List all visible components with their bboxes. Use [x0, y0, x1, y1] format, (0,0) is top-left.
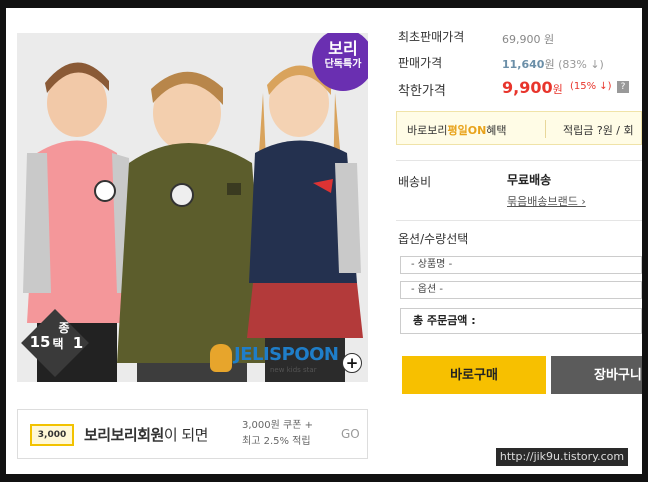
shipping-value: 무료배송	[507, 173, 552, 187]
watermark: http://jik9u.tistory.com	[496, 448, 628, 466]
sale-price-value: 11,640	[502, 58, 545, 71]
product-select[interactable]: - 상품명 -	[400, 256, 642, 274]
product-info: 최초판매가격 69,900 원 판매가격 11,640원 (83% ↓) 착한가…	[396, 8, 642, 474]
lowest-price-value: 69,900 원	[502, 33, 555, 46]
go-link[interactable]: GO	[341, 427, 360, 441]
sale-price: 11,640원 (83% ↓)	[502, 56, 604, 72]
total-amount: 총 주문금액 :	[400, 308, 642, 334]
promo-divider	[545, 120, 546, 138]
shipping-label: 배송비	[398, 175, 432, 189]
promo-prefix: 바로보리	[407, 124, 448, 137]
badge-top-line1: 보리	[328, 39, 358, 58]
benefit-line1: 3,000원 쿠폰 +	[242, 420, 313, 431]
promo-suffix: 혜택	[486, 124, 507, 137]
promo-text: 바로보리평일ON혜택	[407, 122, 507, 138]
divider	[396, 160, 642, 161]
promo-points: 적립금 ?원 / 회	[563, 124, 634, 137]
buy-now-button[interactable]: 바로구매	[402, 356, 546, 394]
member-benefit-banner[interactable]: 3,000 보리보리회원이 되면 3,000원 쿠폰 + 최고 2.5% 적립 …	[17, 409, 368, 459]
final-discount: (15% ↓)	[570, 81, 612, 92]
sale-price-unit: 원	[544, 58, 555, 71]
choose-one-badge: 종 15 택 1	[21, 309, 91, 377]
benefit-line2: 최고 2.5% 적립	[242, 436, 311, 447]
final-price-label: 착한가격	[398, 84, 446, 99]
member-banner-label: 보리보리회원이 되면	[84, 424, 208, 445]
promo-highlight: 평일ON	[447, 124, 487, 137]
lowest-price-label: 최초판매가격	[398, 30, 465, 44]
brand-tagline: new kids star	[270, 366, 317, 374]
final-price-value: 9,900	[502, 78, 553, 97]
sale-discount: (83% ↓)	[558, 58, 604, 71]
bundle-shipping-link[interactable]: 묶음배송브랜드 ›	[507, 193, 586, 209]
help-icon[interactable]: ?	[617, 81, 629, 93]
add-to-cart-button[interactable]: 장바구니	[551, 356, 642, 394]
member-benefit-desc: 3,000원 쿠폰 + 최고 2.5% 적립	[242, 418, 313, 450]
badge-one: 1	[72, 334, 84, 352]
options-label: 옵션/수량선택	[398, 232, 469, 246]
zoom-icon[interactable]: +	[342, 353, 362, 373]
total-label: 총 주문금액 :	[413, 314, 476, 327]
weekday-promo-bar: 바로보리평일ON혜택 적립금 ?원 / 회	[396, 111, 642, 145]
coupon-icon: 3,000	[30, 424, 74, 446]
member-name: 보리보리회원	[84, 426, 164, 444]
member-label-rest: 이 되면	[163, 426, 209, 444]
product-image[interactable]: 보리 단독특가 종 15 택 1 JELISPOON new kids star…	[17, 33, 368, 382]
bear-icon	[210, 344, 232, 372]
badge-top-line2: 단독특가	[324, 59, 362, 70]
brand-name: JELISPOON	[234, 344, 339, 365]
final-price-unit: 원	[552, 83, 563, 96]
sale-price-label: 판매가격	[398, 56, 443, 70]
final-price: 9,900원	[502, 78, 563, 97]
product-detail-panel: 보리 단독특가 종 15 택 1 JELISPOON new kids star…	[6, 8, 642, 474]
option-select[interactable]: - 옵션 -	[400, 281, 642, 299]
divider	[396, 220, 642, 221]
